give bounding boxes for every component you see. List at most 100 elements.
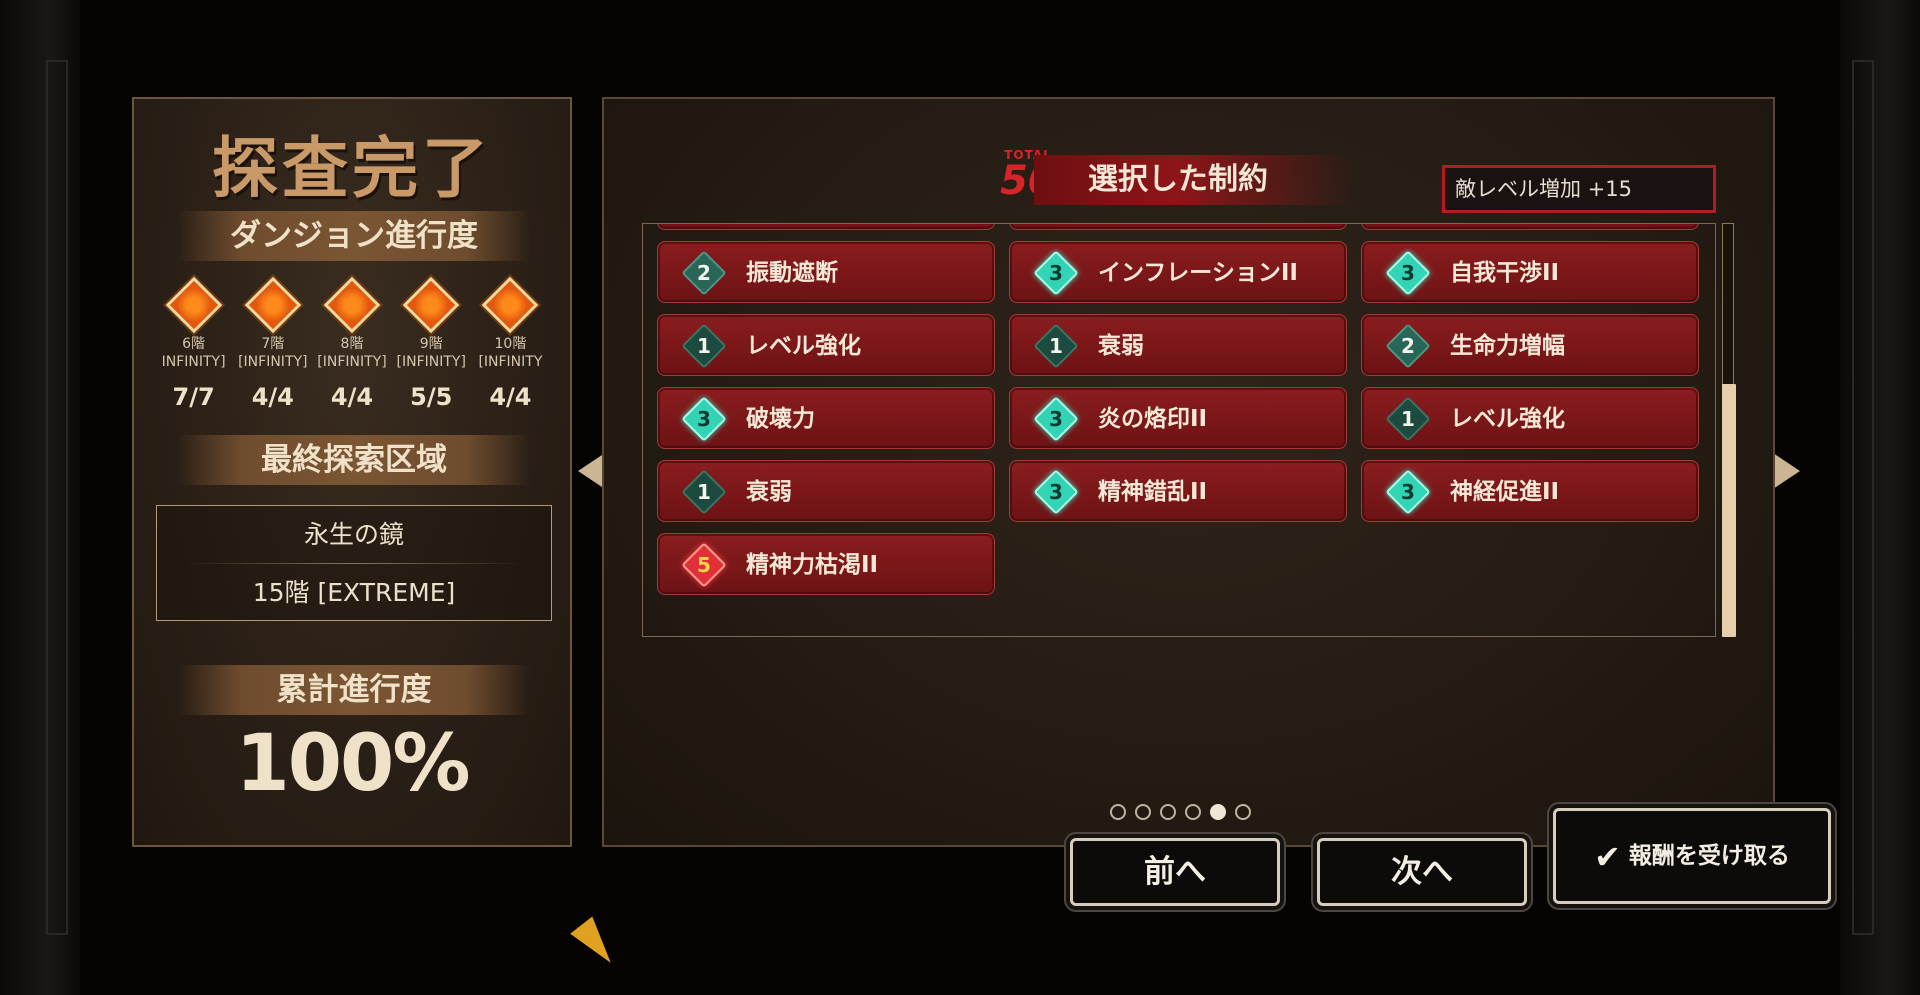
restriction-level: 3 (697, 407, 711, 431)
restriction-card[interactable]: 1 レベル強化 (1361, 387, 1699, 449)
page-dot[interactable] (1235, 804, 1251, 820)
restriction-card[interactable]: 1 衰弱 (1009, 314, 1347, 376)
cursor-icon (570, 916, 622, 972)
claim-reward-button[interactable]: ✔ 報酬を受け取る (1553, 808, 1831, 904)
floor-clear-icon (165, 276, 222, 334)
restriction-name: 振動遮断 (746, 260, 838, 286)
restriction-name: レベル強化 (746, 333, 861, 359)
dungeon-progress-header: ダンジョン進行度 (178, 211, 530, 261)
restriction-level-icon: 3 (681, 396, 727, 442)
restriction-card[interactable]: 3 破壊力 (657, 387, 995, 449)
floor-clear-icon (244, 276, 302, 334)
restriction-level-icon: 3 (1033, 469, 1079, 515)
restriction-level: 1 (697, 480, 711, 504)
floor-name: 8階 (340, 336, 364, 352)
restriction-card[interactable]: 3 インフレーションII (1009, 241, 1347, 303)
page-dot[interactable] (1210, 804, 1226, 820)
last-area-box: 永生の鏡 15階 [EXTREME] (156, 505, 552, 621)
restriction-card[interactable]: 3 自我干渉II (1361, 241, 1699, 303)
enemy-level-indicator: 敵レベル増加 +15 (1442, 165, 1716, 213)
restriction-card[interactable]: 1 レベル強化 (657, 314, 995, 376)
floor-difficulty: [INFINITY] (238, 354, 308, 370)
restriction-name: インフレーションII (1098, 260, 1298, 286)
floor-progress-item: 9階 [INFINITY] 5/5 (392, 276, 471, 411)
restriction-card[interactable]: 5 精神力枯渇II (657, 533, 995, 595)
restrictions-list[interactable]: 2 振動遮断 3 インフレーションII 3 自我干渉II 1 レベル強化 1 衰弱 2 生命力増幅 3 破… (642, 223, 1716, 637)
restriction-card-partial (657, 224, 995, 230)
restriction-level: 3 (1049, 480, 1063, 504)
cumulative-progress-value: 100% (235, 719, 471, 809)
restriction-name: 衰弱 (1098, 333, 1144, 359)
floor-clear-icon (402, 276, 460, 334)
previous-button[interactable]: 前へ (1070, 838, 1280, 906)
restriction-level-icon: 3 (1385, 469, 1431, 515)
restriction-card[interactable]: 3 炎の烙印II (1009, 387, 1347, 449)
restrictions-panel: TOTAL 50 選択した制約 敵レベル増加 +15 2 振動遮断 3 インフレーショ… (602, 97, 1775, 847)
restriction-level-icon: 3 (1385, 250, 1431, 296)
restriction-level-icon: 5 (681, 542, 727, 588)
restriction-card[interactable]: 1 衰弱 (657, 460, 995, 522)
last-area-name: 永生の鏡 (303, 520, 404, 549)
floor-count: 7/7 (172, 383, 215, 411)
claim-reward-label: 報酬を受け取る (1628, 843, 1790, 869)
floor-difficulty: INFINITY] (161, 354, 226, 370)
floor-progress-item: 8階 [INFINITY] 4/4 (312, 276, 391, 411)
restriction-level-icon: 1 (681, 323, 727, 369)
scrollbar-thumb[interactable] (1722, 384, 1736, 637)
restriction-name: 衰弱 (746, 479, 792, 505)
restriction-card-partial (1009, 224, 1347, 230)
screen-frame-left (0, 0, 80, 995)
restriction-name: 神経促進II (1450, 479, 1560, 505)
floor-name: 6階 (182, 336, 206, 352)
check-icon: ✔ (1594, 837, 1621, 876)
floor-count: 4/4 (489, 383, 532, 411)
restriction-level-icon: 1 (1385, 396, 1431, 442)
restriction-level: 3 (1401, 261, 1415, 285)
floor-progress-item: 7階 [INFINITY] 4/4 (233, 276, 312, 411)
floor-name: 7階 (261, 336, 285, 352)
page-title: 探査完了 (212, 130, 492, 207)
floor-progress-list: 6階 INFINITY] 7/7 7階 [INFINITY] 4/4 8階 [I… (154, 276, 550, 411)
next-button[interactable]: 次へ (1317, 838, 1527, 906)
floor-difficulty: [INFINITY (478, 354, 543, 370)
restriction-level: 2 (1401, 334, 1415, 358)
restriction-level: 3 (1401, 480, 1415, 504)
restriction-card[interactable]: 2 生命力増幅 (1361, 314, 1699, 376)
restriction-level: 1 (1401, 407, 1415, 431)
floor-clear-icon (323, 276, 381, 334)
restriction-name: 生命力増幅 (1450, 333, 1565, 359)
floor-count: 4/4 (330, 383, 374, 411)
restriction-name: 精神力枯渇II (746, 552, 879, 578)
restriction-name: 破壊力 (746, 406, 815, 432)
floor-difficulty: [INFINITY] (396, 354, 466, 370)
restriction-level-icon: 3 (1033, 250, 1079, 296)
restriction-card-partial (1361, 224, 1699, 230)
restriction-level: 1 (1049, 334, 1063, 358)
restrictions-title: 選択した制約 (1034, 155, 1354, 205)
restriction-level-icon: 2 (681, 250, 727, 296)
page-indicator (1110, 804, 1251, 820)
restriction-level: 5 (697, 553, 711, 577)
floor-progress-item: 10階 [INFINITY 4/4 (471, 276, 550, 411)
restriction-name: レベル強化 (1450, 406, 1565, 432)
restriction-name: 炎の烙印II (1098, 406, 1208, 432)
exploration-summary-panel: 探査完了 ダンジョン進行度 6階 INFINITY] 7/7 7階 [INFIN… (132, 97, 572, 847)
floor-clear-icon (482, 276, 539, 334)
restriction-level-icon: 1 (681, 469, 727, 515)
page-dot[interactable] (1110, 804, 1126, 820)
restriction-card[interactable]: 3 神経促進II (1361, 460, 1699, 522)
restriction-level: 1 (697, 334, 711, 358)
restriction-name: 精神錯乱II (1098, 479, 1208, 505)
restriction-level: 3 (1049, 261, 1063, 285)
page-dot[interactable] (1185, 804, 1201, 820)
page-dot[interactable] (1135, 804, 1151, 820)
page-dot[interactable] (1160, 804, 1176, 820)
cumulative-progress-header: 累計進行度 (178, 665, 530, 715)
restriction-level-icon: 1 (1033, 323, 1079, 369)
restriction-card[interactable]: 3 精神錯乱II (1009, 460, 1347, 522)
restriction-level-icon: 3 (1033, 396, 1079, 442)
restriction-level-icon: 2 (1385, 323, 1431, 369)
floor-difficulty: [INFINITY] (317, 354, 387, 370)
floor-name: 9階 (419, 336, 443, 352)
restriction-card[interactable]: 2 振動遮断 (657, 241, 995, 303)
